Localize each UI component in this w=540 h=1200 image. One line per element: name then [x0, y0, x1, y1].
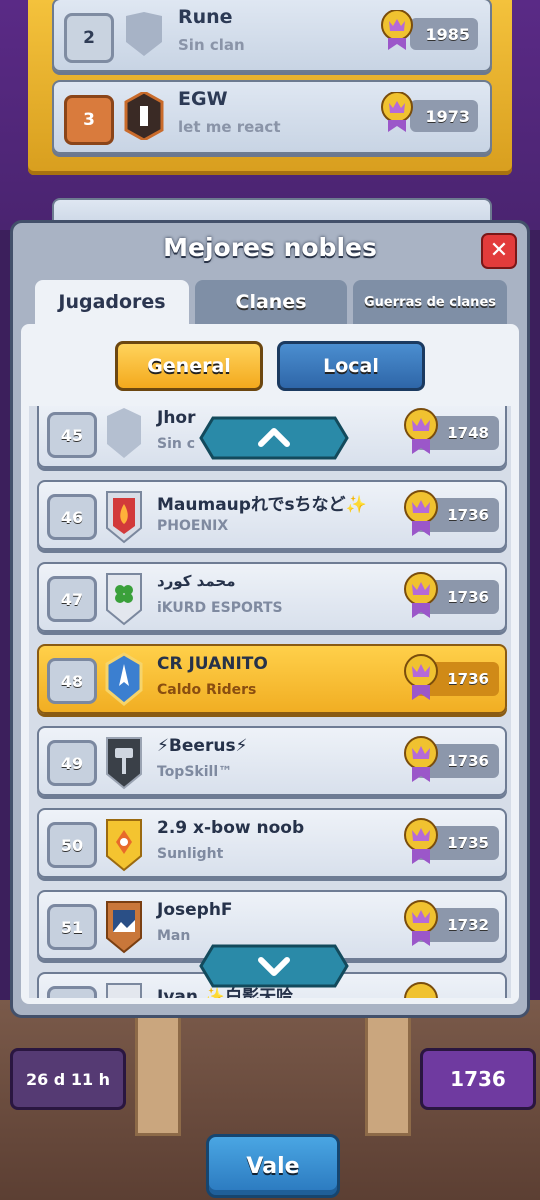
- rank-number: 48: [47, 658, 97, 704]
- crown-icon: [404, 982, 438, 998]
- top-row-rank-2[interactable]: 2 Rune Sin clan 1985: [52, 0, 492, 72]
- player-name: CR JUANITO: [157, 654, 268, 674]
- timer-text: 26 d 11 h: [25, 1069, 111, 1089]
- modal-title: Mejores nobles: [163, 233, 377, 262]
- player-name: EGW: [178, 88, 228, 110]
- rank-box: 3: [64, 95, 114, 145]
- crown-icon: [404, 900, 438, 946]
- content-panel: General Local 45 Jhor Sin c 1748 46 Maum…: [21, 324, 519, 1004]
- clan-name: let me react: [178, 118, 281, 136]
- rank-number: 45: [47, 412, 97, 458]
- rank-number: 50: [47, 822, 97, 868]
- clan-badge-icon: [107, 408, 141, 458]
- scroll-up-button[interactable]: [199, 416, 349, 460]
- clan-name: Sin c: [157, 436, 196, 452]
- close-button[interactable]: ✕: [481, 233, 517, 269]
- crown-icon: [404, 818, 438, 864]
- list-item[interactable]: 46 Maumaupれでsちなど✨ PHOENIX 1736: [37, 480, 507, 550]
- crown-icon: [404, 572, 438, 618]
- clan-name: Caldo Riders: [157, 682, 257, 698]
- pillar: [135, 1000, 181, 1136]
- clan-badge-icon: [106, 819, 142, 872]
- ok-button[interactable]: Vale: [206, 1134, 340, 1198]
- crown-icon: [404, 736, 438, 782]
- crown-icon: [381, 92, 413, 132]
- clan-name: iKURD ESPORTS: [157, 600, 283, 616]
- tab-guerras-de-clanes[interactable]: Guerras de clanes: [353, 280, 507, 324]
- player-name: محمد كورد: [157, 572, 236, 590]
- crown-icon: [404, 490, 438, 536]
- pillar: [365, 1000, 411, 1136]
- player-list[interactable]: 45 Jhor Sin c 1748 46 Maumaupれでsちなど✨ PHO…: [29, 406, 511, 998]
- rank-number: 51: [47, 904, 97, 950]
- player-name: 2.9 x-bow noob: [157, 818, 305, 838]
- crown-icon: [404, 654, 438, 700]
- player-name: Jhor: [157, 408, 196, 428]
- rank-box: 2: [64, 13, 114, 63]
- clan-badge-icon: [124, 92, 164, 140]
- clan-badge-icon: [106, 983, 142, 998]
- rank-number: 46: [47, 494, 97, 540]
- player-name: JosephF: [157, 900, 233, 920]
- top-row-rank-3[interactable]: 3 EGW let me react 1973: [52, 80, 492, 154]
- rank-number: [47, 986, 97, 998]
- crown-count: 1973: [410, 100, 478, 132]
- rank-number: 49: [47, 740, 97, 786]
- scroll-down-button[interactable]: [199, 944, 349, 988]
- clan-badge-icon: [106, 737, 142, 790]
- my-crowns-chip: 1736: [420, 1048, 536, 1110]
- clan-name: Sunlight: [157, 846, 224, 862]
- clan-badge-icon: [106, 901, 142, 954]
- list-item[interactable]: 47 محمد كورد iKURD ESPORTS 1736: [37, 562, 507, 632]
- close-icon: ✕: [489, 238, 509, 263]
- crown-icon: [404, 408, 438, 454]
- clan-badge-icon: [126, 12, 162, 56]
- player-name: ⚡Beerus⚡: [157, 736, 248, 756]
- clan-name: PHOENIX: [157, 518, 229, 534]
- segment-local[interactable]: Local: [277, 341, 425, 391]
- clan-badge-icon: [106, 491, 142, 544]
- clan-name: Sin clan: [178, 36, 245, 54]
- leaderboard-modal: Mejores nobles ✕ Jugadores Clanes Guerra…: [10, 220, 530, 1018]
- season-timer: 26 d 11 h: [10, 1048, 126, 1110]
- my-crowns-value: 1736: [450, 1067, 506, 1091]
- clan-name: TopSkill™: [157, 764, 233, 780]
- crown-icon: [381, 10, 413, 50]
- list-item-current-player[interactable]: 48 CR JUANITO Caldo Riders 1736: [37, 644, 507, 714]
- player-name: Maumaupれでsちなど✨: [157, 495, 367, 515]
- clan-badge-icon: [105, 652, 143, 706]
- clan-badge-icon: [106, 573, 142, 626]
- player-name: Rune: [178, 6, 233, 28]
- list-item[interactable]: 50 2.9 x-bow noob Sunlight 1735: [37, 808, 507, 878]
- tab-jugadores[interactable]: Jugadores: [35, 280, 189, 324]
- crown-count: 1985: [410, 18, 478, 50]
- list-item[interactable]: 49 ⚡Beerus⚡ TopSkill™ 1736: [37, 726, 507, 796]
- tab-clanes[interactable]: Clanes: [195, 280, 347, 324]
- rank-number: 47: [47, 576, 97, 622]
- segment-general[interactable]: General: [115, 341, 263, 391]
- clan-name: Man: [157, 928, 191, 944]
